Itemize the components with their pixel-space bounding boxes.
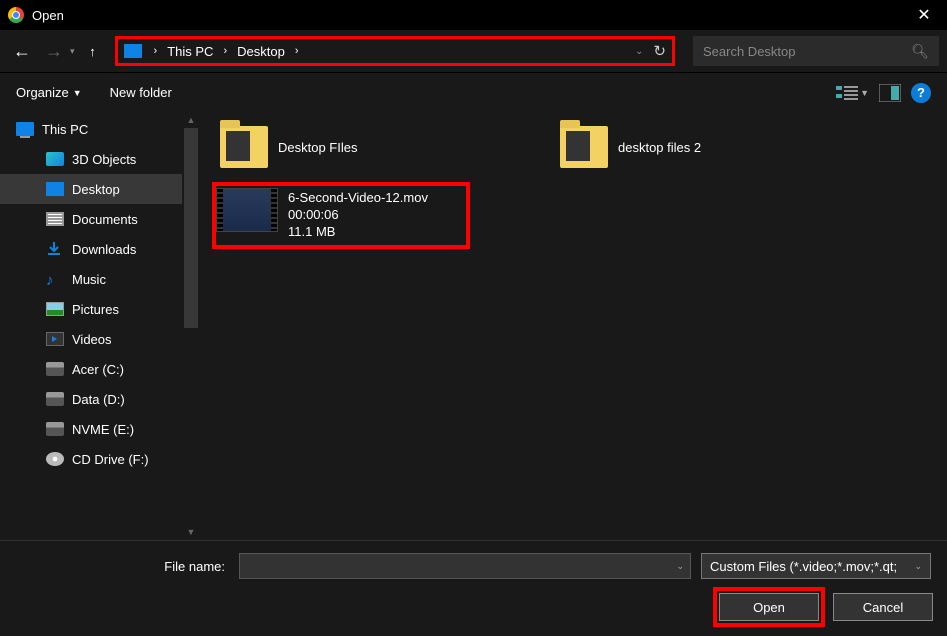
- folder-item[interactable]: desktop files 2: [556, 122, 876, 172]
- main: This PC 3D Objects Desktop Documents Dow…: [0, 112, 947, 540]
- sidebar-item-downloads[interactable]: Downloads: [0, 234, 200, 264]
- chevron-right-icon[interactable]: ›: [148, 45, 164, 57]
- sidebar-item-desktop[interactable]: Desktop: [0, 174, 200, 204]
- chrome-icon: [8, 7, 24, 23]
- sidebar-item-drive-c[interactable]: Acer (C:): [0, 354, 200, 384]
- filetype-select[interactable]: Custom Files (*.video;*.mov;*.qt; ⌄: [701, 553, 931, 579]
- path-dropdown-icon[interactable]: ⌄: [635, 46, 643, 57]
- sidebar-item-drive-f[interactable]: CD Drive (F:): [0, 444, 200, 474]
- chevron-down-icon: ▼: [860, 88, 869, 98]
- sidebar-item-label: Acer (C:): [72, 362, 124, 377]
- download-icon: [46, 242, 64, 256]
- filetype-label: Custom Files (*.video;*.mov;*.qt;: [710, 559, 897, 574]
- list-view-icon: [836, 84, 858, 102]
- cube-icon: [46, 152, 64, 166]
- sidebar-item-label: Documents: [72, 212, 138, 227]
- video-file-item[interactable]: 6-Second-Video-12.mov 00:00:06 11.1 MB: [212, 182, 470, 249]
- file-duration: 00:00:06: [288, 207, 428, 222]
- folder-item[interactable]: Desktop FIles: [216, 122, 536, 172]
- breadcrumb-root[interactable]: This PC: [163, 44, 217, 59]
- chevron-down-icon: ⌄: [914, 561, 922, 572]
- chevron-down-icon[interactable]: ⌄: [676, 561, 684, 572]
- videos-icon: [46, 332, 64, 346]
- file-size: 11.1 MB: [288, 224, 428, 239]
- close-button[interactable]: ✕: [901, 0, 947, 30]
- drive-icon: [46, 422, 64, 436]
- sidebar-item-label: Pictures: [72, 302, 119, 317]
- sidebar-item-label: Music: [72, 272, 106, 287]
- sidebar-item-music[interactable]: ♪ Music: [0, 264, 200, 294]
- search-icon: 🔍︎: [911, 43, 929, 60]
- sidebar-item-label: Data (D:): [72, 392, 125, 407]
- toolbar: Organize ▼ New folder ▼ ?: [0, 72, 947, 112]
- sidebar: This PC 3D Objects Desktop Documents Dow…: [0, 112, 200, 540]
- navbar: ← → ▾ ↑ › This PC › Desktop › ⌄ ↻ 🔍︎: [0, 30, 947, 72]
- back-button[interactable]: ←: [8, 37, 36, 65]
- filename-input[interactable]: ⌄: [239, 553, 691, 579]
- filename-label: File name:: [164, 559, 225, 574]
- sidebar-item-videos[interactable]: Videos: [0, 324, 200, 354]
- file-content[interactable]: Desktop FIles desktop files 2 6-Second-V…: [200, 112, 947, 540]
- titlebar: Open ✕: [0, 0, 947, 30]
- organize-label: Organize: [16, 85, 69, 100]
- scroll-down-icon[interactable]: ▼: [182, 524, 200, 540]
- sidebar-item-label: NVME (E:): [72, 422, 134, 437]
- window-title: Open: [32, 8, 901, 23]
- desktop-icon: [46, 182, 64, 196]
- file-name: 6-Second-Video-12.mov: [288, 190, 428, 205]
- file-label: Desktop FIles: [278, 140, 357, 155]
- up-button[interactable]: ↑: [79, 37, 107, 65]
- chevron-right-icon[interactable]: ›: [289, 45, 305, 57]
- folder-icon: [560, 126, 608, 168]
- sidebar-item-3d-objects[interactable]: 3D Objects: [0, 144, 200, 174]
- music-icon: ♪: [46, 272, 64, 286]
- view-mode-button[interactable]: ▼: [836, 84, 869, 102]
- search-box[interactable]: 🔍︎: [693, 36, 939, 66]
- breadcrumb-current[interactable]: Desktop: [233, 44, 289, 59]
- history-dropdown-icon[interactable]: ▾: [70, 46, 75, 57]
- scroll-up-icon[interactable]: ▲: [182, 112, 200, 128]
- sidebar-item-drive-d[interactable]: Data (D:): [0, 384, 200, 414]
- pictures-icon: [46, 302, 64, 316]
- folder-icon: [220, 126, 268, 168]
- sidebar-item-label: Videos: [72, 332, 112, 347]
- path-bar[interactable]: › This PC › Desktop › ⌄ ↻: [115, 36, 675, 66]
- footer: File name: ⌄ Custom Files (*.video;*.mov…: [0, 540, 947, 636]
- refresh-icon[interactable]: ↻: [653, 42, 666, 60]
- sidebar-item-label: This PC: [42, 122, 88, 137]
- document-icon: [46, 212, 64, 226]
- cd-icon: [46, 452, 64, 466]
- sidebar-item-label: 3D Objects: [72, 152, 136, 167]
- sidebar-scrollbar[interactable]: ▲ ▼: [182, 112, 200, 540]
- sidebar-item-drive-e[interactable]: NVME (E:): [0, 414, 200, 444]
- sidebar-item-label: Downloads: [72, 242, 136, 257]
- organize-button[interactable]: Organize ▼: [16, 85, 82, 100]
- forward-button[interactable]: →: [40, 37, 68, 65]
- sidebar-item-label: CD Drive (F:): [72, 452, 149, 467]
- sidebar-item-this-pc[interactable]: This PC: [0, 114, 200, 144]
- chevron-down-icon: ▼: [73, 88, 82, 98]
- preview-pane-icon[interactable]: [879, 84, 901, 102]
- chevron-right-icon[interactable]: ›: [217, 45, 233, 57]
- search-input[interactable]: [703, 44, 911, 59]
- scroll-thumb[interactable]: [184, 128, 198, 328]
- drive-icon: [46, 392, 64, 406]
- pc-icon: [124, 44, 142, 58]
- help-button[interactable]: ?: [911, 83, 931, 103]
- sidebar-item-documents[interactable]: Documents: [0, 204, 200, 234]
- drive-icon: [46, 362, 64, 376]
- sidebar-item-label: Desktop: [72, 182, 120, 197]
- sidebar-item-pictures[interactable]: Pictures: [0, 294, 200, 324]
- video-thumbnail: [216, 188, 278, 232]
- newfolder-button[interactable]: New folder: [110, 85, 172, 100]
- cancel-button[interactable]: Cancel: [833, 593, 933, 621]
- file-label: desktop files 2: [618, 140, 701, 155]
- pc-icon: [16, 122, 34, 136]
- open-button[interactable]: Open: [719, 593, 819, 621]
